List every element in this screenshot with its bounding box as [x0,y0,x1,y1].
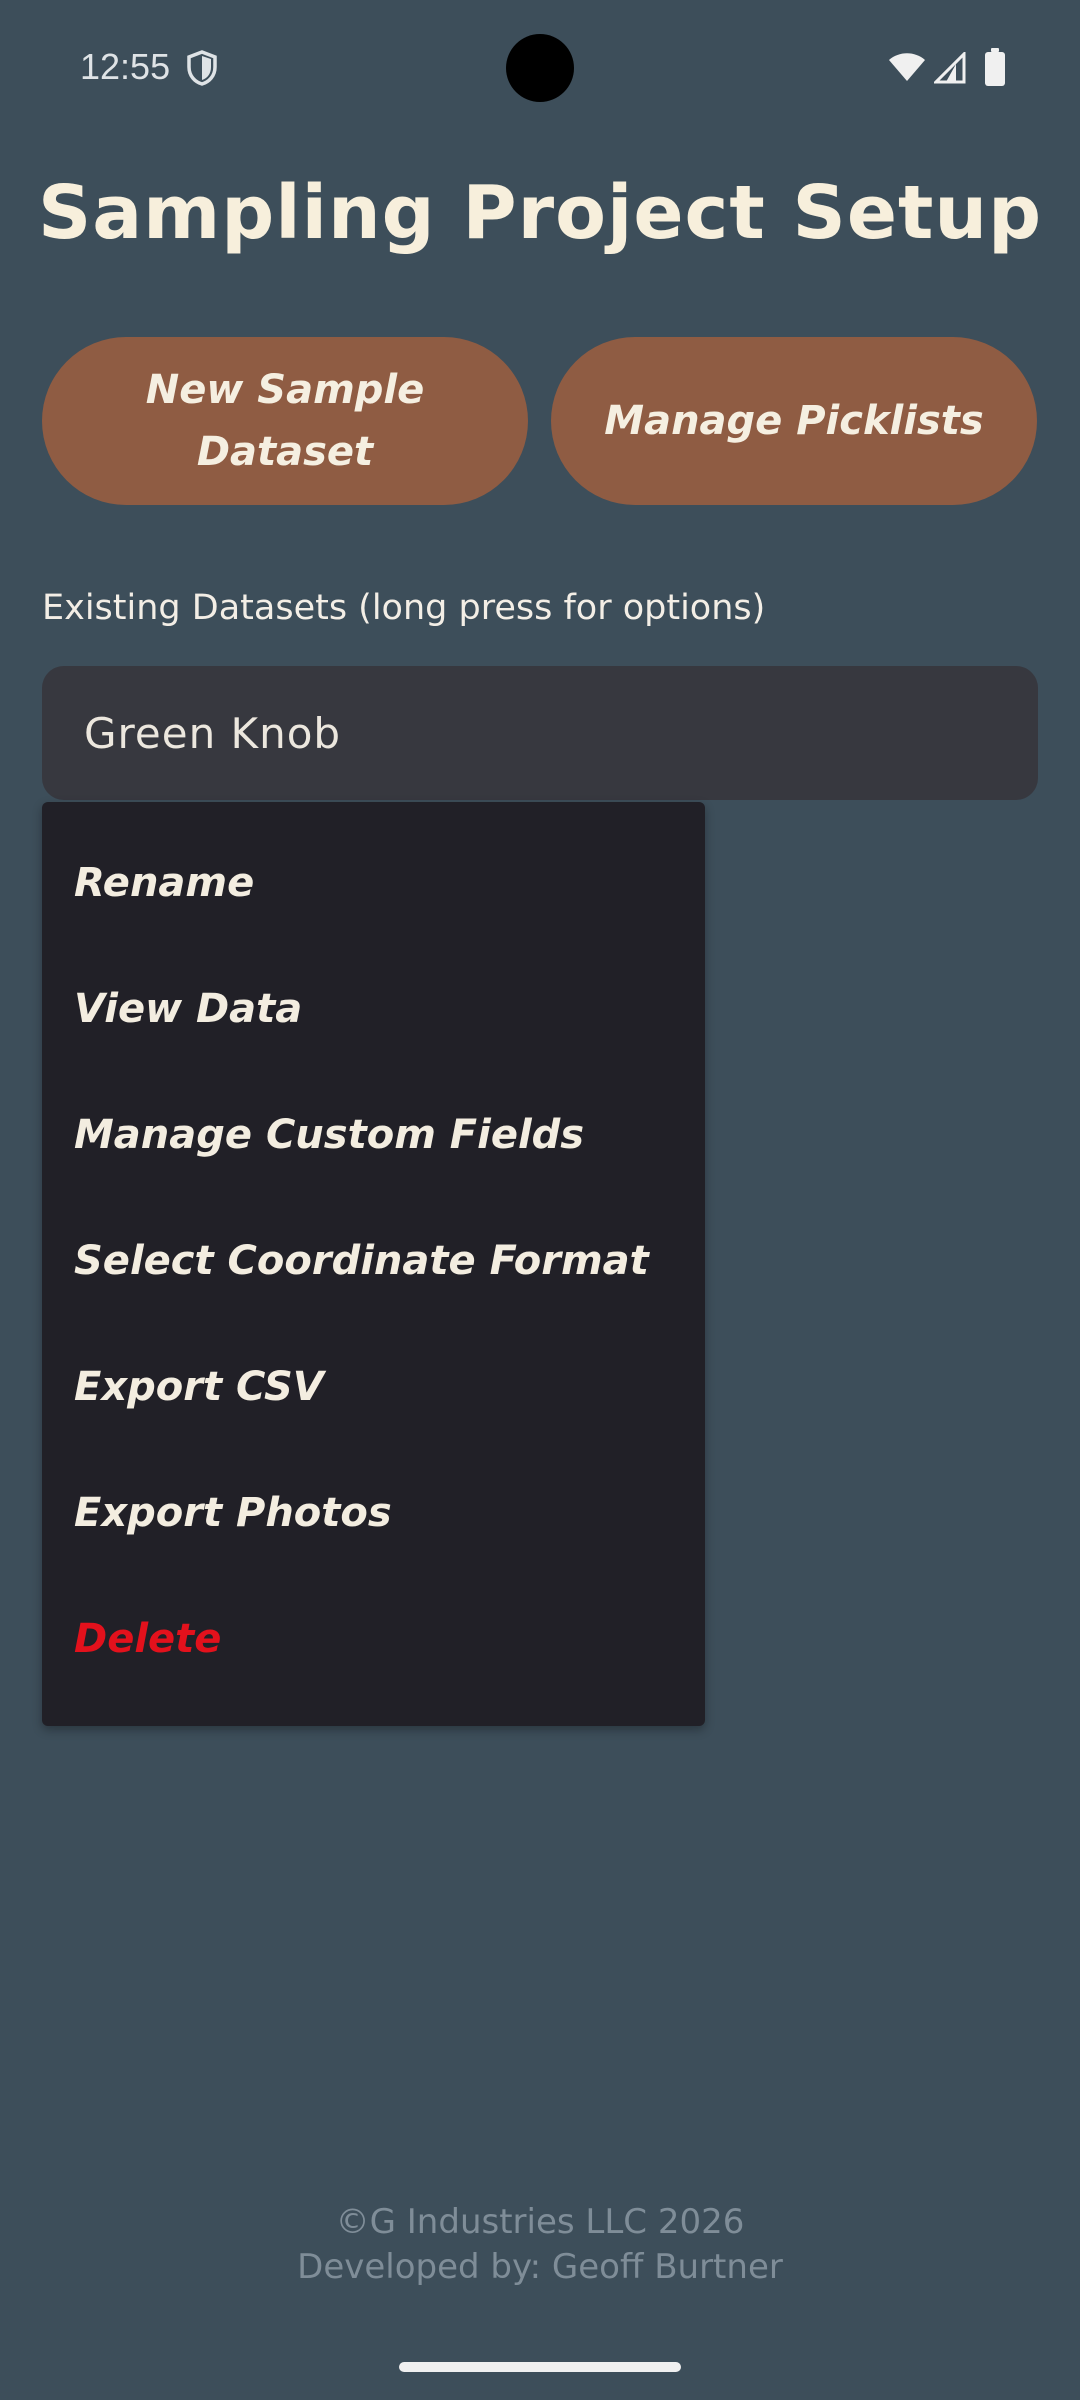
battery-icon [985,48,1005,86]
developer-credit: Developed by: Geoff Burtner [297,2247,783,2287]
dataset-options-menu: Rename View Data Manage Custom Fields Se… [42,802,705,1726]
footer: ©G Industries LLC 2026 Developed by: Geo… [0,2200,1080,2290]
status-time: 12:55 [80,46,171,87]
menu-item-view-data[interactable]: View Data [74,986,302,1032]
signal-icon [934,52,966,84]
dataset-item-green-knob[interactable]: Green Knob [42,666,1038,800]
menu-item-delete[interactable]: Delete [74,1616,221,1662]
menu-item-export-csv[interactable]: Export CSV [74,1364,324,1410]
home-indicator[interactable] [399,2362,681,2372]
menu-item-rename[interactable]: Rename [74,860,254,906]
shield-icon [187,50,217,86]
dataset-name: Green Knob [84,708,342,758]
copyright-text: ©G Industries LLC 2026 [335,2202,745,2242]
existing-datasets-label: Existing Datasets (long press for option… [42,588,766,628]
menu-item-export-photos[interactable]: Export Photos [74,1490,392,1536]
menu-item-manage-custom-fields[interactable]: Manage Custom Fields [74,1112,584,1158]
new-sample-dataset-button[interactable]: New Sample Dataset [42,337,528,505]
status-bar: 12:55 [0,0,1080,140]
camera-cutout [506,34,574,102]
wifi-icon [889,53,925,81]
page-title: Sampling Project Setup [37,170,1043,256]
manage-picklists-button[interactable]: Manage Picklists [551,337,1037,505]
menu-item-select-coordinate-format[interactable]: Select Coordinate Format [74,1238,649,1284]
